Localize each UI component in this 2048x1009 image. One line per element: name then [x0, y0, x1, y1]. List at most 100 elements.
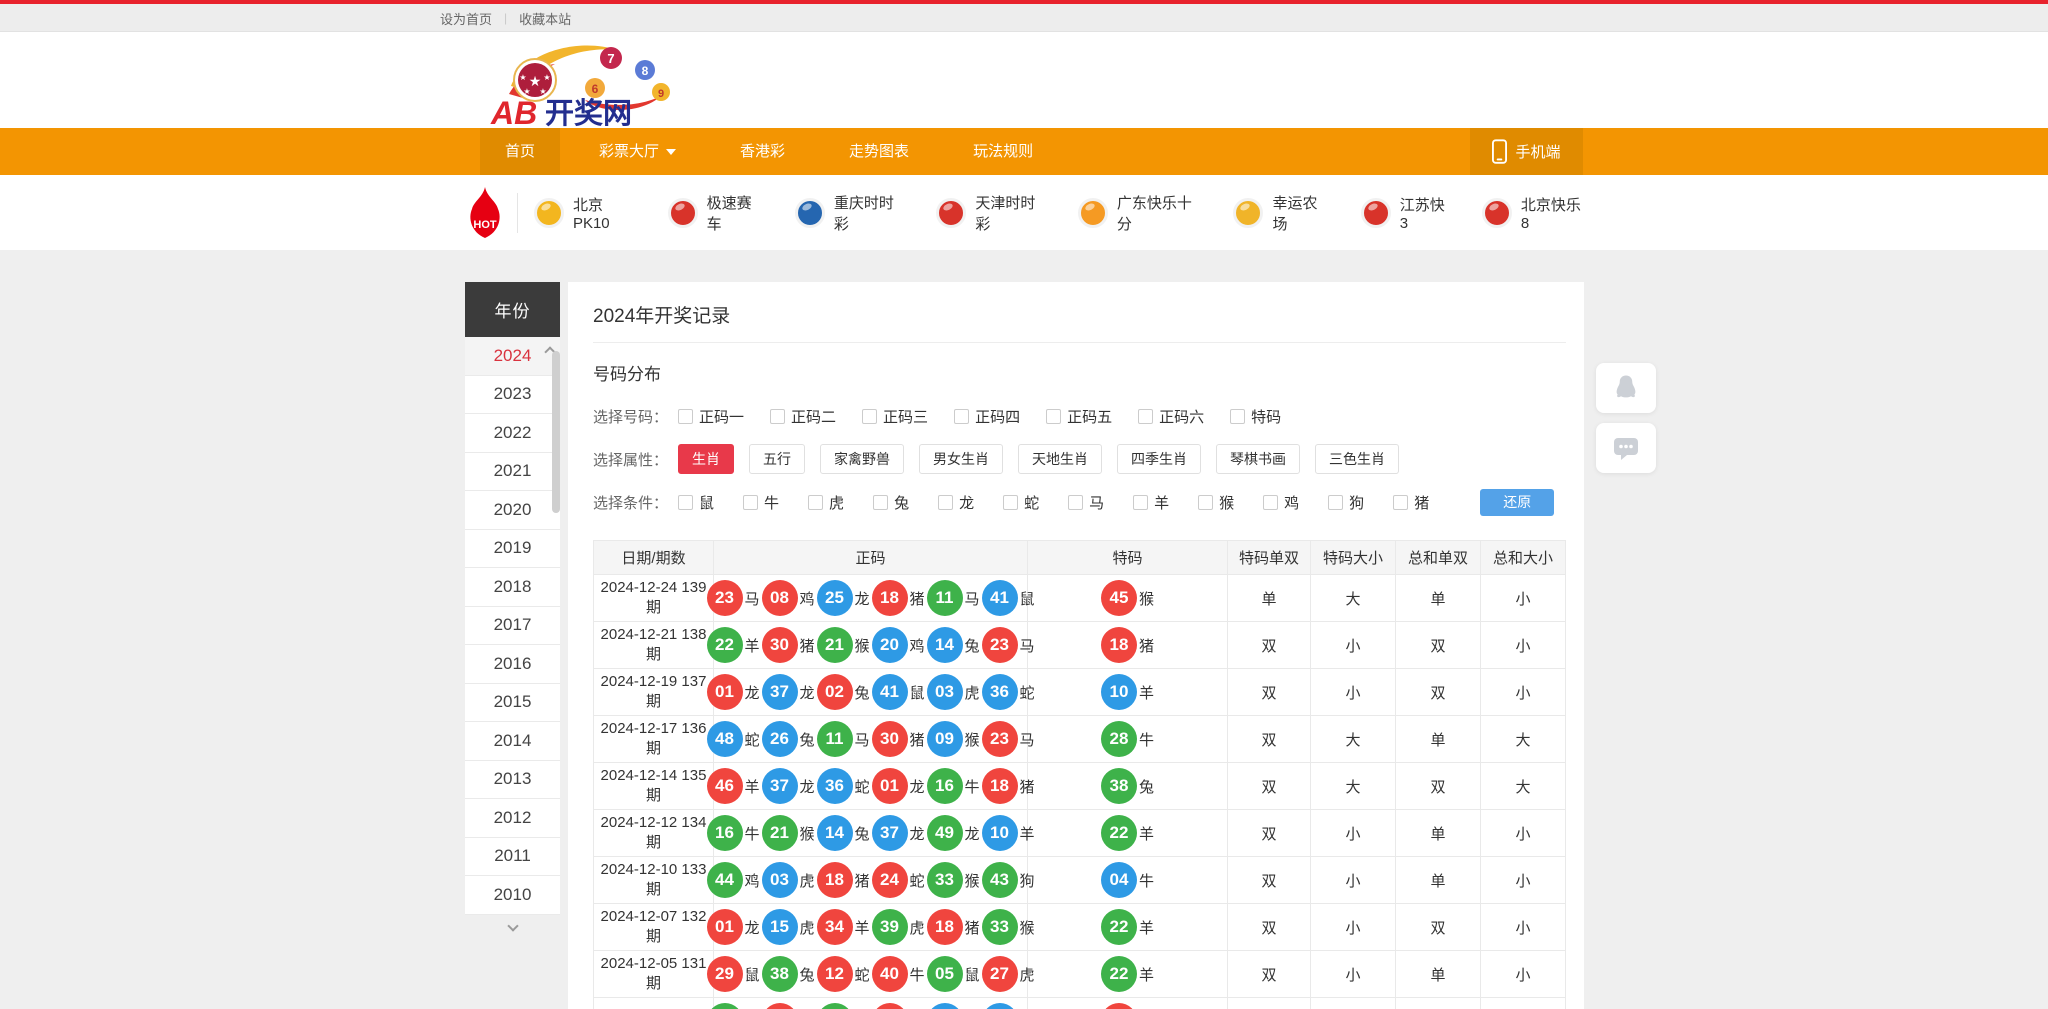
hot-game-link[interactable]: 北京快乐8: [1482, 194, 1583, 232]
sidebar-year-2010[interactable]: 2010: [465, 876, 560, 915]
checkbox[interactable]: [1263, 495, 1278, 510]
message-contact-button[interactable]: [1596, 423, 1656, 473]
ball-unit: 38兔: [1101, 768, 1154, 804]
qq-contact-button[interactable]: [1596, 363, 1656, 413]
number-ball: [927, 1003, 963, 1009]
checkbox[interactable]: [678, 409, 693, 424]
sidebar-year-2017[interactable]: 2017: [465, 607, 560, 646]
sidebar-year-2016[interactable]: 2016: [465, 645, 560, 684]
checkbox[interactable]: [1068, 495, 1083, 510]
checkbox[interactable]: [770, 409, 785, 424]
filter-cond-兔[interactable]: 兔: [873, 492, 909, 513]
sidebar-year-2013[interactable]: 2013: [465, 761, 560, 800]
attr-button-三色生肖[interactable]: 三色生肖: [1315, 444, 1399, 474]
attr-button-琴棋书画[interactable]: 琴棋书画: [1216, 444, 1300, 474]
zodiac-label: 马: [1020, 635, 1035, 656]
filter-cond-羊[interactable]: 羊: [1133, 492, 1169, 513]
checkbox[interactable]: [938, 495, 953, 510]
filter-cond-猴[interactable]: 猴: [1198, 492, 1234, 513]
sidebar-year-2019[interactable]: 2019: [465, 530, 560, 569]
checkbox[interactable]: [1328, 495, 1343, 510]
hot-game-link[interactable]: 重庆时时彩: [795, 192, 902, 234]
nav-item-彩票大厅[interactable]: 彩票大厅: [574, 128, 701, 175]
filter-number-正码二[interactable]: 正码二: [770, 406, 836, 427]
checkbox[interactable]: [678, 495, 693, 510]
attr-button-生肖[interactable]: 生肖: [678, 444, 734, 474]
filter-cond-马[interactable]: 马: [1068, 492, 1104, 513]
filter-cond-牛[interactable]: 牛: [743, 492, 779, 513]
number-ball: 38: [762, 956, 798, 992]
zodiac-label: 羊: [745, 776, 760, 797]
attr-button-四季生肖[interactable]: 四季生肖: [1117, 444, 1201, 474]
checkbox[interactable]: [862, 409, 877, 424]
checkbox[interactable]: [1230, 409, 1245, 424]
hot-game-link[interactable]: 天津时时彩: [936, 192, 1043, 234]
filter-number-正码六[interactable]: 正码六: [1138, 406, 1204, 427]
nav-item-走势图表[interactable]: 走势图表: [824, 128, 934, 175]
filter-cond-鼠[interactable]: 鼠: [678, 492, 714, 513]
filter-cond-虎[interactable]: 虎: [808, 492, 844, 513]
floating-contact-buttons: [1596, 363, 1656, 473]
sidebar-year-2020[interactable]: 2020: [465, 491, 560, 530]
checkbox[interactable]: [954, 409, 969, 424]
filter-cond-猪[interactable]: 猪: [1393, 492, 1429, 513]
zodiac-label: 鼠: [965, 964, 980, 985]
hot-game-link[interactable]: 极速赛车: [668, 192, 761, 234]
filter-number-正码四[interactable]: 正码四: [954, 406, 1020, 427]
year-scrollbar[interactable]: [552, 351, 560, 513]
sidebar-year-2021[interactable]: 2021: [465, 453, 560, 492]
attr-button-家禽野兽[interactable]: 家禽野兽: [820, 444, 904, 474]
hot-game-link[interactable]: 广东快乐十分: [1078, 192, 1200, 234]
site-logo[interactable]: ★ ★ ★ ★ ★ 7 8 6 9 AB 开奖网: [489, 36, 699, 128]
sidebar-year-2012[interactable]: 2012: [465, 799, 560, 838]
number-ball: 24: [872, 862, 908, 898]
mobile-version-button[interactable]: 手机端: [1470, 128, 1583, 175]
nav-item-香港彩[interactable]: 香港彩: [715, 128, 810, 175]
ball-unit: 44鸡: [707, 862, 760, 898]
checkbox[interactable]: [1198, 495, 1213, 510]
main-numbers-cell: 29鼠38兔12蛇40牛05鼠27虎: [714, 951, 1028, 998]
checkbox[interactable]: [1133, 495, 1148, 510]
reset-button[interactable]: 还原: [1480, 489, 1554, 516]
hot-game-link[interactable]: 北京PK10: [534, 194, 634, 232]
checkbox-label: 特码: [1251, 406, 1281, 427]
nav-item-首页[interactable]: 首页: [480, 128, 560, 175]
sidebar-year-2011[interactable]: 2011: [465, 838, 560, 877]
nav-item-玩法规则[interactable]: 玩法规则: [948, 128, 1058, 175]
filter-cond-狗[interactable]: 狗: [1328, 492, 1364, 513]
checkbox[interactable]: [808, 495, 823, 510]
sidebar-year-2015[interactable]: 2015: [465, 684, 560, 723]
checkbox[interactable]: [1393, 495, 1408, 510]
checkbox[interactable]: [873, 495, 888, 510]
checkbox[interactable]: [1046, 409, 1061, 424]
checkbox[interactable]: [743, 495, 758, 510]
number-ball: 26: [762, 721, 798, 757]
number-ball: 05: [927, 956, 963, 992]
sidebar-year-2022[interactable]: 2022: [465, 414, 560, 453]
main-numbers-cell: 44鸡03虎18猪24蛇33猴43狗: [714, 857, 1028, 904]
set-homepage-link[interactable]: 设为首页: [440, 9, 492, 28]
filter-number-正码三[interactable]: 正码三: [862, 406, 928, 427]
hot-game-label: 广东快乐十分: [1117, 192, 1200, 234]
scroll-down-icon[interactable]: [465, 915, 560, 933]
attr-button-天地生肖[interactable]: 天地生肖: [1018, 444, 1102, 474]
filter-cond-蛇[interactable]: 蛇: [1003, 492, 1039, 513]
checkbox[interactable]: [1003, 495, 1018, 510]
filter-number-正码五[interactable]: 正码五: [1046, 406, 1112, 427]
checkbox[interactable]: [1138, 409, 1153, 424]
attr-button-男女生肖[interactable]: 男女生肖: [919, 444, 1003, 474]
checkbox-label: 蛇: [1024, 492, 1039, 513]
hot-game-link[interactable]: 幸运农场: [1233, 192, 1326, 234]
sidebar-year-2018[interactable]: 2018: [465, 568, 560, 607]
attr-button-五行[interactable]: 五行: [749, 444, 805, 474]
filter-cond-龙[interactable]: 龙: [938, 492, 974, 513]
zodiac-label: 马: [1020, 729, 1035, 750]
filter-number-正码一[interactable]: 正码一: [678, 406, 744, 427]
sidebar-year-2023[interactable]: 2023: [465, 376, 560, 415]
hot-game-link[interactable]: 江苏快3: [1361, 194, 1448, 232]
filter-cond-鸡[interactable]: 鸡: [1263, 492, 1299, 513]
filter-number-特码[interactable]: 特码: [1230, 406, 1281, 427]
bookmark-link[interactable]: 收藏本站: [519, 9, 571, 28]
sidebar-year-2014[interactable]: 2014: [465, 722, 560, 761]
number-ball: 11: [817, 721, 853, 757]
